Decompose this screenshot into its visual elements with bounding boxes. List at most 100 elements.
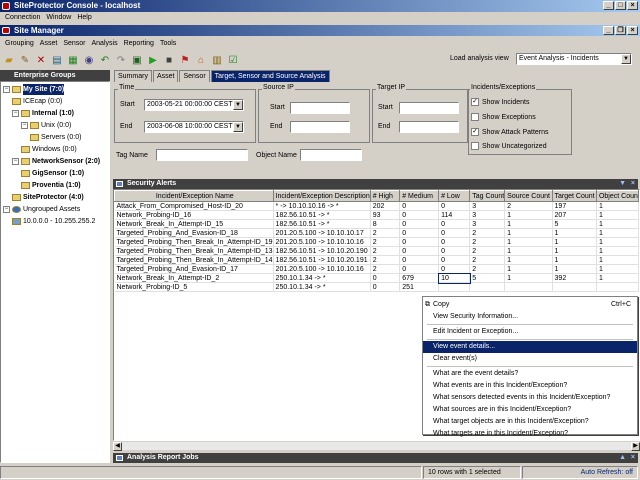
source-ip-start-input[interactable] <box>290 102 350 114</box>
show-exceptions-checkbox[interactable]: Show Exceptions <box>471 113 536 121</box>
tree-item[interactable]: ICEcap (0:0) <box>12 96 62 107</box>
open-folder-icon[interactable]: ▰ <box>2 53 16 67</box>
table-row[interactable]: Targeted_Probing_Then_Break_In_Attempt-I… <box>114 237 639 247</box>
menu-connection[interactable]: Connection <box>2 12 43 23</box>
column-header[interactable]: # High <box>369 190 401 202</box>
checkbox-box[interactable] <box>471 142 479 150</box>
tab-sensor[interactable]: Sensor <box>179 70 210 82</box>
menu-grouping[interactable]: Grouping <box>2 38 37 49</box>
group-icon[interactable]: ▤ <box>50 53 64 67</box>
context-menu-item[interactable]: What are the event details? <box>423 368 637 380</box>
chevron-down-icon[interactable]: ▼ <box>233 100 243 110</box>
column-header[interactable]: Incident/Exception Name <box>114 190 274 202</box>
close-button[interactable]: × <box>627 1 638 10</box>
context-menu-item[interactable]: What targets are in this Incident/Except… <box>423 428 637 440</box>
target-ip-start-input[interactable] <box>399 102 459 114</box>
inner-restore-button[interactable]: ❐ <box>615 26 626 35</box>
column-header[interactable]: # Low <box>438 190 471 202</box>
start-time-field[interactable]: 2003-05-21 00:00:00 CEST ▼ <box>144 99 244 111</box>
tree-item[interactable]: GigSensor (1:0) <box>21 168 84 179</box>
context-menu-item[interactable]: What target objects are in this Incident… <box>423 416 637 428</box>
table-row[interactable]: Targeted_Probing_And_Evasion-ID_17 201.20… <box>114 264 639 274</box>
sensor-icon[interactable]: ◉ <box>82 53 96 67</box>
tree-item[interactable]: Servers (0:0) <box>30 132 81 143</box>
table-row[interactable]: Targeted_Probing_Then_Break_In_Attempt-I… <box>114 246 639 256</box>
tag-name-input[interactable] <box>156 149 248 161</box>
tree-item[interactable]: SiteProtector (4:0) <box>12 192 84 203</box>
expand-icon[interactable]: ▲ <box>619 453 626 463</box>
source-ip-end-input[interactable] <box>290 121 350 133</box>
table-row[interactable]: Attack_From_Compromised_Host-ID_20 * -> 1… <box>114 201 639 211</box>
tree-item[interactable]: Proventia (1:0) <box>21 180 81 191</box>
checkbox-box[interactable]: ✓ <box>471 128 479 136</box>
column-header[interactable]: Target Count <box>551 190 597 202</box>
expander-icon[interactable]: − <box>3 86 10 93</box>
expander-icon[interactable]: − <box>21 122 28 129</box>
context-menu-item[interactable]: What sources are in this Incident/Except… <box>423 404 637 416</box>
inner-close-button[interactable]: × <box>627 26 638 35</box>
context-menu-item[interactable]: Clear event(s) <box>423 353 637 365</box>
tab-summary[interactable]: Summary <box>114 70 152 82</box>
context-menu-item[interactable]: View Security Information... <box>423 311 637 323</box>
column-header[interactable]: # Medium <box>399 190 440 202</box>
end-time-field[interactable]: 2003-06-08 10:00:00 CEST ▼ <box>144 121 244 133</box>
expander-icon[interactable]: − <box>12 158 19 165</box>
edit-icon[interactable]: ✎ <box>18 53 32 67</box>
home-icon[interactable]: ⌂ <box>194 53 208 67</box>
tree-item[interactable]: − NetworkSensor (2:0) <box>12 156 100 167</box>
report-icon[interactable]: ▥ <box>210 53 224 67</box>
tree-item[interactable]: Windows (0:0) <box>21 144 77 155</box>
context-menu-item[interactable]: View event details... <box>423 341 637 353</box>
tree-item[interactable]: − Ungrouped Assets <box>3 204 80 215</box>
tree-item[interactable]: − Internal (1:0) <box>12 108 74 119</box>
menu-window[interactable]: Window <box>43 12 74 23</box>
status-auto-refresh[interactable]: Auto Refresh: off <box>522 466 638 479</box>
context-menu-item[interactable]: What sensors detected events in this Inc… <box>423 392 637 404</box>
menu-analysis[interactable]: Analysis <box>89 38 121 49</box>
collapse-icon[interactable]: ▼ <box>619 179 626 189</box>
scroll-left-icon[interactable]: ◀ <box>113 442 122 451</box>
table-row[interactable]: Network_Break_In_Attempt-ID_15 182.56.10.… <box>114 219 639 229</box>
column-header[interactable]: Tag Count <box>469 190 506 202</box>
back-icon[interactable]: ↶ <box>98 53 112 67</box>
chevron-down-icon[interactable]: ▼ <box>621 54 631 64</box>
delete-icon[interactable]: ✕ <box>34 53 48 67</box>
column-header[interactable]: Object Coun <box>595 190 639 202</box>
tab-target-sensor-source[interactable]: Target, Sensor and Source Analysis <box>210 70 330 82</box>
report-jobs-header[interactable]: Analysis Report Jobs ▲ × <box>113 453 638 463</box>
expander-icon[interactable]: − <box>3 206 10 213</box>
close-panel-icon[interactable]: × <box>631 453 635 463</box>
menu-asset[interactable]: Asset <box>37 38 61 49</box>
show-attack-patterns-checkbox[interactable]: ✓ Show Attack Patterns <box>471 128 549 136</box>
object-name-input[interactable] <box>300 149 362 161</box>
flag-icon[interactable]: ⚑ <box>178 53 192 67</box>
column-header[interactable]: Incident/Exception Description <box>272 190 371 202</box>
chart-icon[interactable]: ▦ <box>66 53 80 67</box>
chevron-down-icon[interactable]: ▼ <box>233 122 243 132</box>
context-menu-item[interactable]: What events are in this Incident/Excepti… <box>423 380 637 392</box>
tree-item[interactable]: 10.0.0.0 - 10.255.255.2 <box>12 216 95 227</box>
checkbox-box[interactable] <box>471 113 479 121</box>
checkbox-box[interactable]: ✓ <box>471 98 479 106</box>
check-icon[interactable]: ☑ <box>226 53 240 67</box>
column-header[interactable]: Source Count <box>504 190 553 202</box>
horizontal-scrollbar[interactable]: ◀ ▶ <box>113 441 640 451</box>
menu-sensor[interactable]: Sensor <box>60 38 88 49</box>
save-icon[interactable]: ▣ <box>130 53 144 67</box>
tree-item[interactable]: − Unix (0:0) <box>21 120 71 131</box>
inner-minimize-button[interactable]: _ <box>603 26 614 35</box>
menu-tools[interactable]: Tools <box>157 38 179 49</box>
expander-icon[interactable]: − <box>12 110 19 117</box>
table-row[interactable]: Network_Probing-ID_16 182.56.10.51 -> * 93… <box>114 210 639 220</box>
table-row[interactable]: Targeted_Probing_Then_Break_In_Attempt-I… <box>114 255 639 265</box>
table-row[interactable]: Network_Break_In_Attempt-ID_2 250.10.1.34… <box>114 272 639 284</box>
menu-help[interactable]: Help <box>74 12 94 23</box>
target-ip-end-input[interactable] <box>399 121 459 133</box>
menu-reporting[interactable]: Reporting <box>121 38 157 49</box>
play-icon[interactable]: ▶ <box>146 53 160 67</box>
show-incidents-checkbox[interactable]: ✓ Show Incidents <box>471 98 529 106</box>
context-menu-item[interactable]: Edit Incident or Exception... <box>423 326 637 338</box>
minimize-button[interactable]: _ <box>603 1 614 10</box>
stop-icon[interactable]: ■ <box>162 53 176 67</box>
show-uncategorized-checkbox[interactable]: Show Uncategorized <box>471 142 547 150</box>
